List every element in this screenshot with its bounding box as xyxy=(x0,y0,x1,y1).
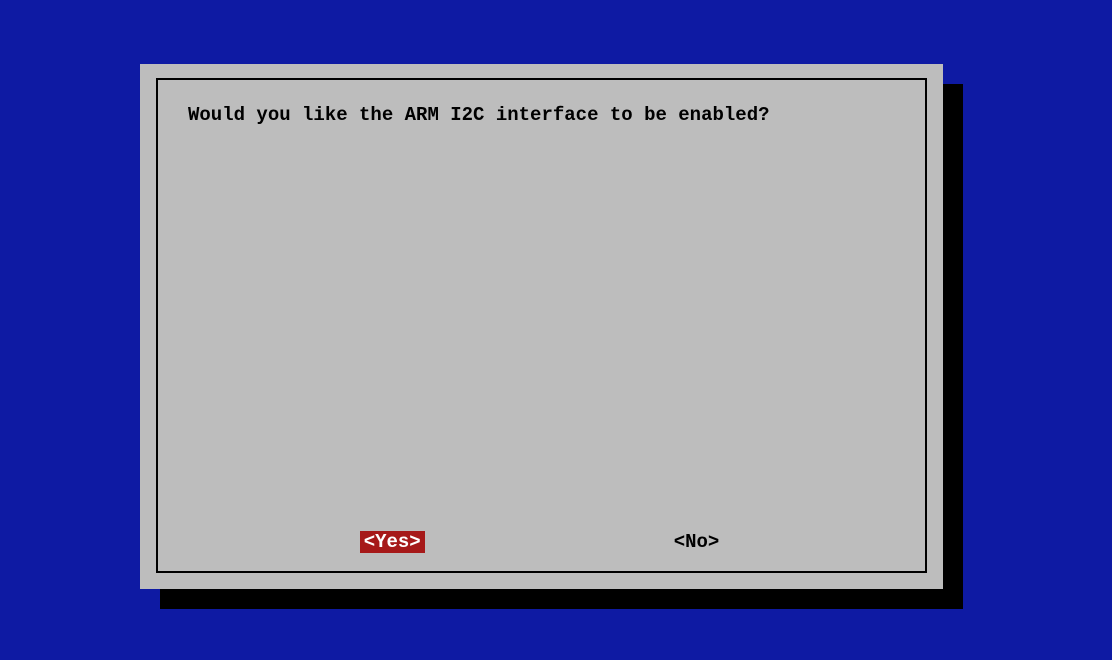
yes-button[interactable]: <Yes> xyxy=(360,531,425,553)
no-button[interactable]: <No> xyxy=(670,531,724,553)
dialog-inner: Would you like the ARM I2C interface to … xyxy=(156,78,927,573)
button-row: <Yes> <No> xyxy=(158,531,925,553)
dialog-message: Would you like the ARM I2C interface to … xyxy=(188,102,895,129)
dialog-box: Would you like the ARM I2C interface to … xyxy=(140,64,943,589)
